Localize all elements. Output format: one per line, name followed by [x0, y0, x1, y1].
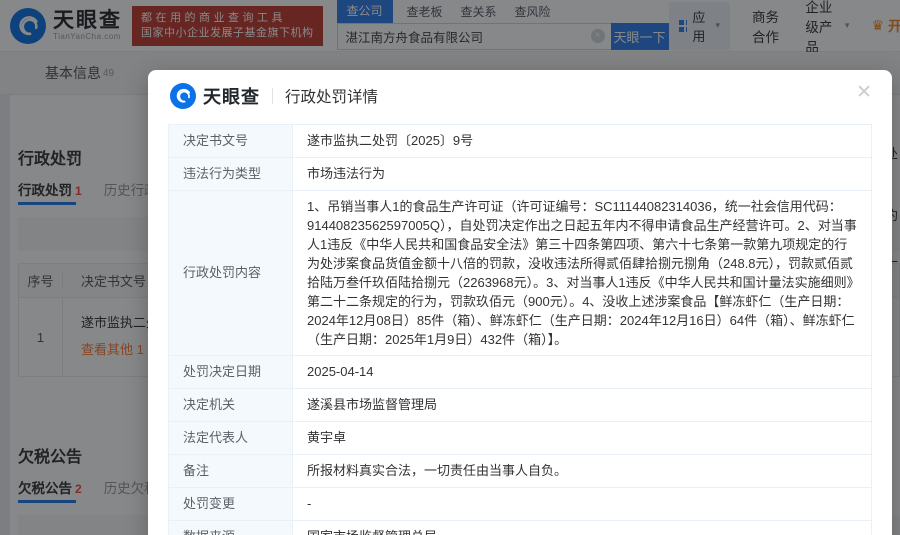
detail-row-violation-type: 违法行为类型 市场违法行为 [168, 157, 872, 191]
detail-value: 国家市场监督管理总局 [292, 520, 872, 535]
detail-value: 1、吊销当事人1的食品生产许可证（许可证编号：SC11144082314036，… [292, 190, 872, 356]
modal-title: 行政处罚详情 [285, 89, 379, 106]
close-icon[interactable]: ✕ [856, 83, 872, 102]
divider [272, 88, 273, 104]
modal-body: 决定书文号 遂市监执二处罚〔2025〕9号 违法行为类型 市场违法行为 行政处罚… [148, 122, 892, 535]
detail-row-penalty-change: 处罚变更 - [168, 487, 872, 521]
detail-row-legal-rep: 法定代表人 黄宇卓 [168, 421, 872, 455]
detail-value: 2025-04-14 [292, 355, 872, 389]
tianyancha-logo-icon [170, 83, 196, 109]
detail-label: 违法行为类型 [168, 157, 293, 191]
detail-value: - [292, 487, 872, 521]
detail-value: 市场违法行为 [292, 157, 872, 191]
detail-label: 决定书文号 [168, 124, 293, 158]
detail-label: 决定机关 [168, 388, 293, 422]
detail-value: 遂市监执二处罚〔2025〕9号 [292, 124, 872, 158]
detail-row-data-source: 数据来源 国家市场监督管理总局 [168, 520, 872, 535]
modal-header: 天眼查 行政处罚详情 ✕ [148, 70, 892, 122]
detail-value: 黄宇卓 [292, 421, 872, 455]
detail-row-penalty-content: 行政处罚内容 1、吊销当事人1的食品生产许可证（许可证编号：SC11144082… [168, 190, 872, 356]
detail-label: 备注 [168, 454, 293, 488]
detail-row-doc-no: 决定书文号 遂市监执二处罚〔2025〕9号 [168, 124, 872, 158]
detail-value: 所报材料真实合法，一切责任由当事人自负。 [292, 454, 872, 488]
penalty-detail-modal: 天眼查 行政处罚详情 ✕ 决定书文号 遂市监执二处罚〔2025〕9号 违法行为类… [148, 70, 892, 535]
detail-label: 行政处罚内容 [168, 190, 293, 356]
detail-row-decision-date: 处罚决定日期 2025-04-14 [168, 355, 872, 389]
penalty-detail-table: 决定书文号 遂市监执二处罚〔2025〕9号 违法行为类型 市场违法行为 行政处罚… [168, 124, 872, 535]
detail-label: 法定代表人 [168, 421, 293, 455]
detail-label: 处罚变更 [168, 487, 293, 521]
detail-label: 处罚决定日期 [168, 355, 293, 389]
detail-label: 数据来源 [168, 520, 293, 535]
detail-value: 遂溪县市场监督管理局 [292, 388, 872, 422]
detail-row-remark: 备注 所报材料真实合法，一切责任由当事人自负。 [168, 454, 872, 488]
page-root: 天眼查 TianYanCha.com 都在用的商业查询工具 国家中小企业发展子基… [0, 0, 900, 535]
modal-brand: 天眼查 [203, 87, 260, 107]
detail-row-authority: 决定机关 遂溪县市场监督管理局 [168, 388, 872, 422]
